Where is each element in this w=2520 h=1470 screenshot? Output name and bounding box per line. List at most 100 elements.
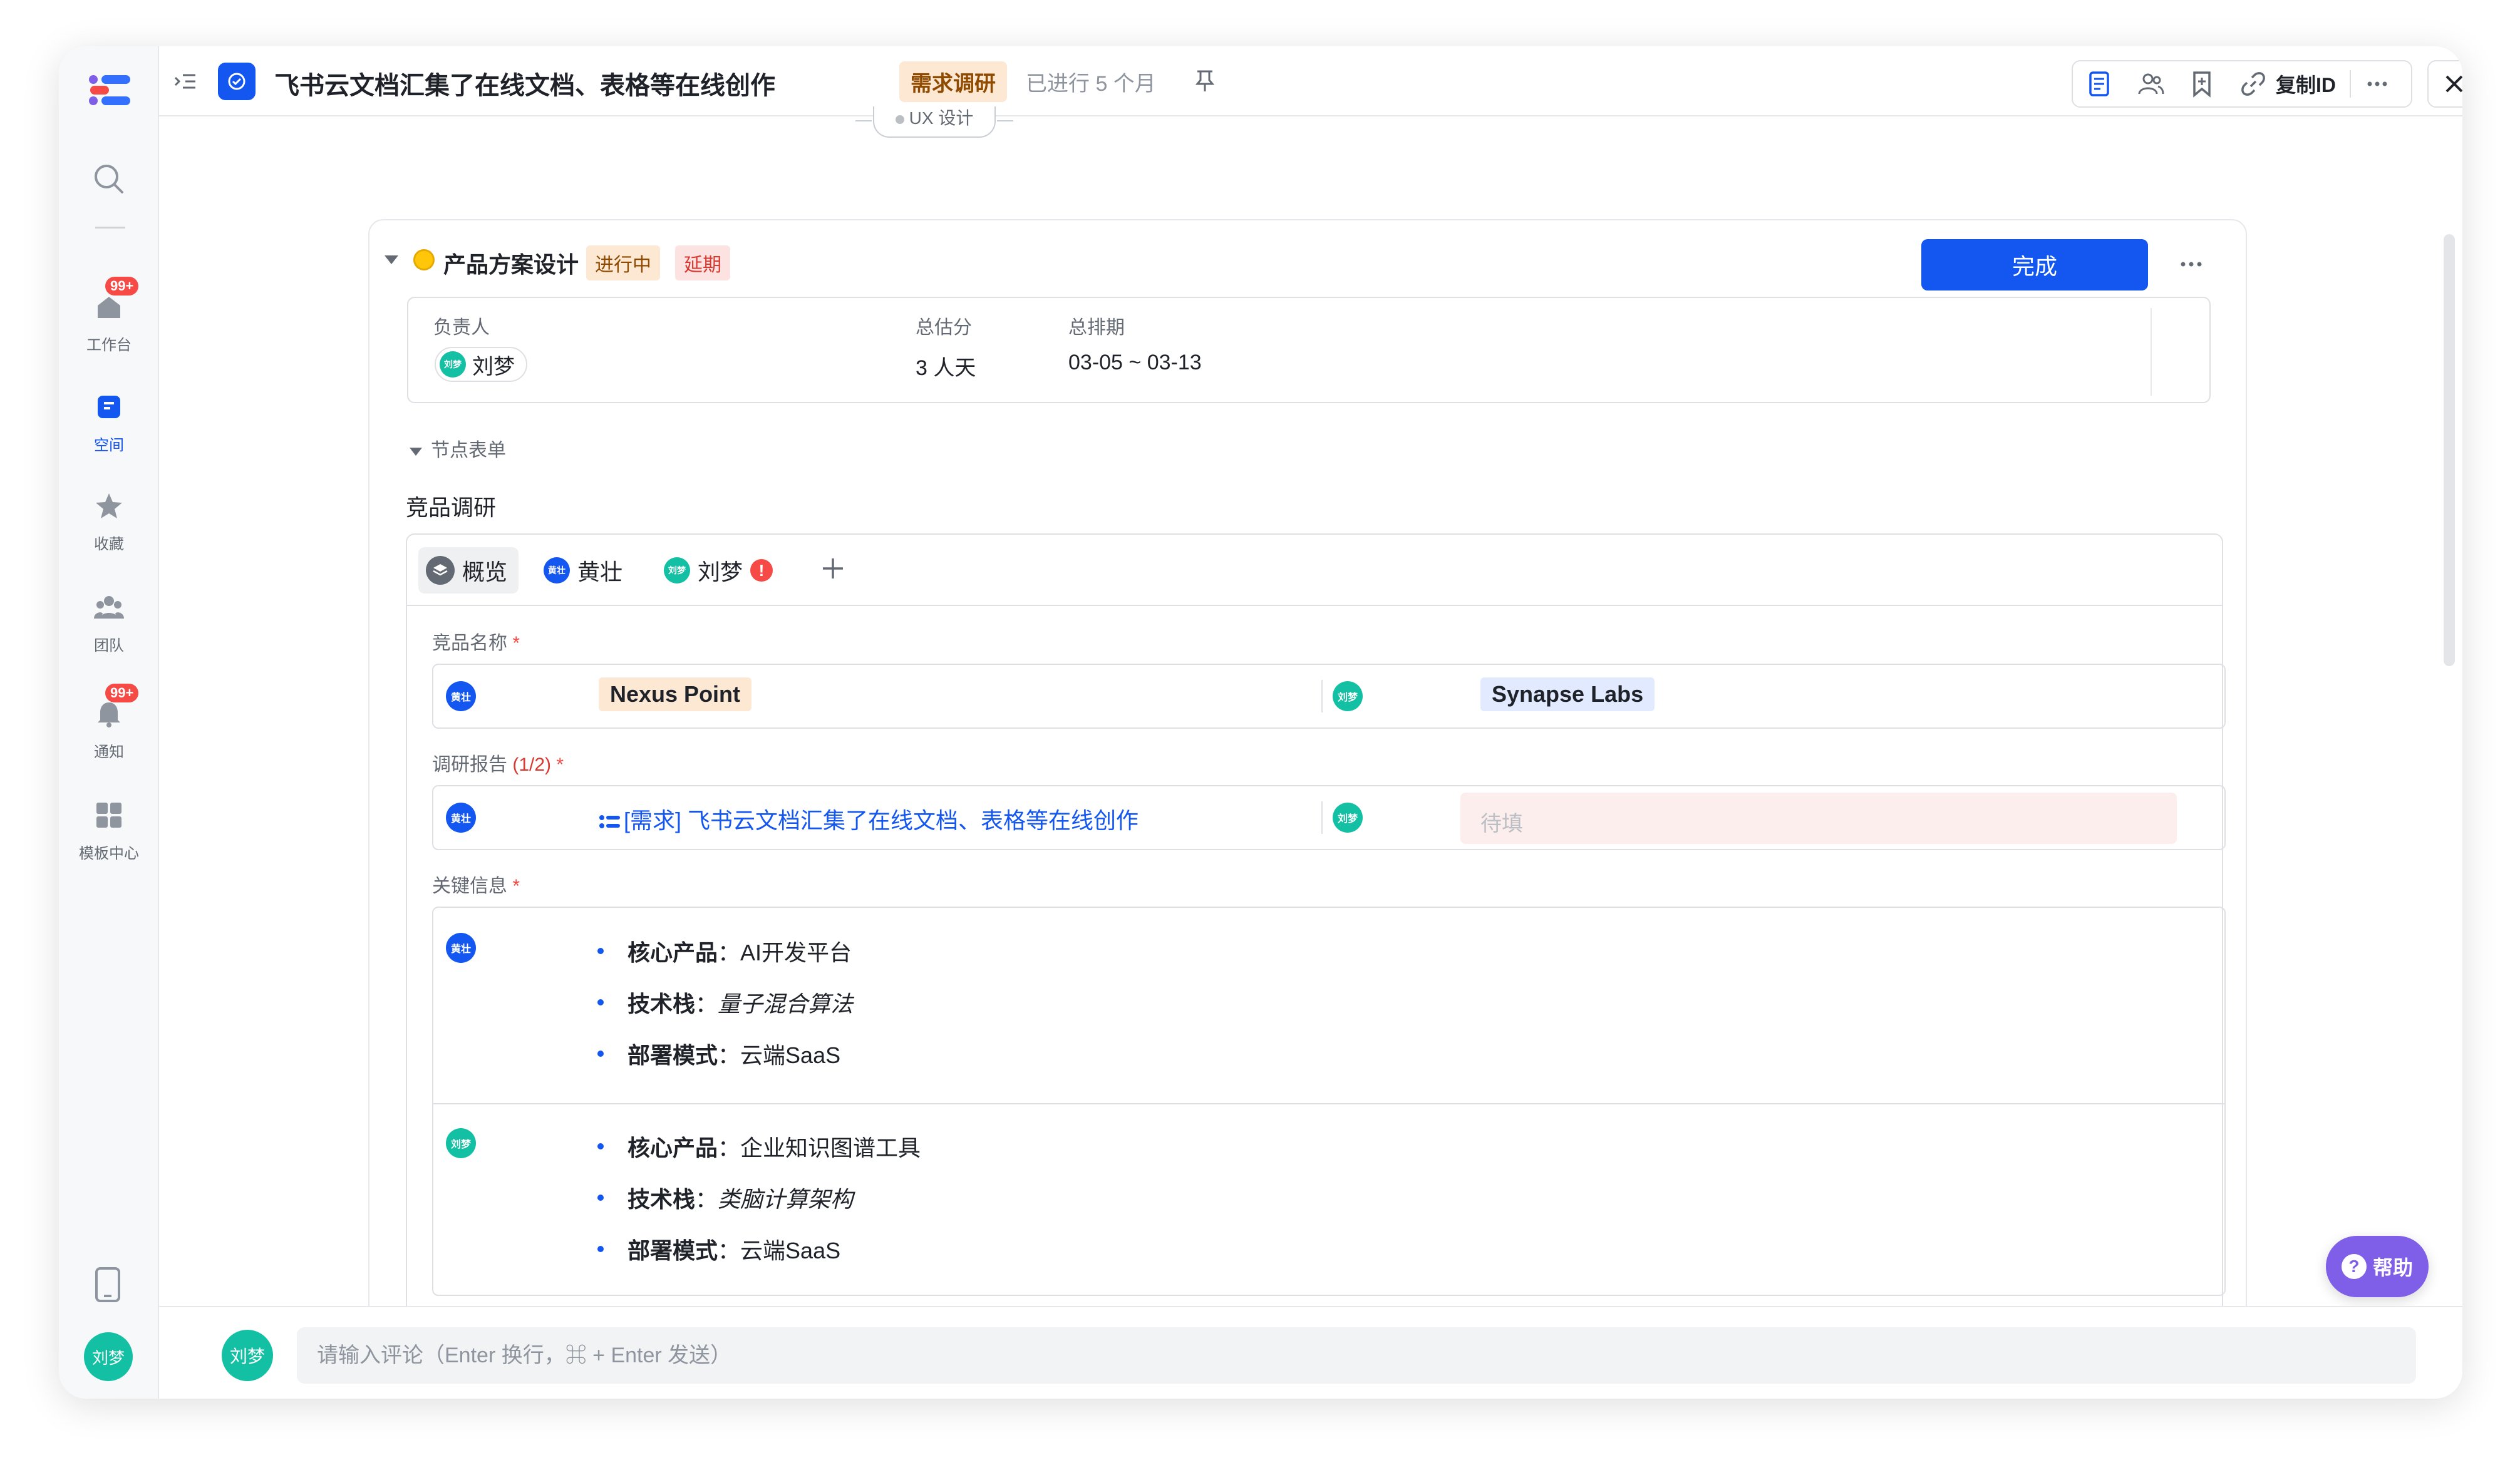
avatar: 黄壮 <box>544 557 570 583</box>
item-value: AI开发平台 <box>740 940 852 965</box>
stage-tag[interactable]: 需求调研 <box>899 61 1007 102</box>
schedule-value[interactable]: 03-05 ~ 03-13 <box>1068 351 1202 375</box>
sidebar-item-team[interactable]: 团队 <box>59 592 159 655</box>
workbench-badge: 99+ <box>105 277 139 296</box>
node-form-label: 节点表单 <box>431 440 506 461</box>
required-mark: * <box>556 754 564 775</box>
phone-icon[interactable] <box>94 1267 121 1302</box>
avatar: 刘梦 <box>1333 803 1363 833</box>
competitor-value[interactable]: Nexus Point <box>599 677 752 711</box>
avatar: 刘梦 <box>222 1330 273 1381</box>
collapse-caret-icon[interactable] <box>385 255 398 264</box>
item-key: 核心产品 <box>627 940 718 965</box>
owner-label: 负责人 <box>433 317 490 338</box>
link-icon[interactable] <box>2239 70 2267 98</box>
item-value: 类脑计算架构 <box>718 1186 854 1212</box>
user-avatar[interactable]: 刘梦 <box>84 1332 133 1381</box>
list-item: 技术栈：量子混合算法 <box>597 977 853 1028</box>
report-row: 黄壮 [需求] 飞书云文档汇集了在线文档、表格等在线创作 刘梦 待填 <box>432 785 2226 850</box>
item-key: 核心产品 <box>627 1135 718 1161</box>
bullet <box>597 1246 604 1252</box>
notify-badge: 99+ <box>105 684 139 702</box>
bullet <box>597 948 604 954</box>
pin-icon[interactable] <box>1192 68 1217 93</box>
stage-info-box: 负责人 刘梦 刘梦 总估分 3 人天 总排期 03-05 ~ 03-13 <box>407 297 2211 403</box>
required-mark: * <box>512 876 520 897</box>
key-info-box: 黄壮 核心产品： AI开发平台 技术栈：量子混合算法 部署模式：云端SaaS 刘梦… <box>432 907 2226 1296</box>
copy-id-button[interactable]: 复制ID <box>2276 69 2336 98</box>
sidebar-item-favorites[interactable]: 收藏 <box>59 491 159 553</box>
bookmark-add-icon[interactable] <box>2188 70 2216 98</box>
avatar: 刘梦 <box>446 1128 476 1158</box>
bullet <box>597 999 604 1005</box>
comment-input[interactable] <box>297 1327 2416 1384</box>
avatar: 黄壮 <box>446 933 476 963</box>
column-divider <box>1321 680 1323 712</box>
owner-chip[interactable]: 刘梦 刘梦 <box>435 347 527 382</box>
tab-huangzhuang[interactable]: 黄壮 黄壮 <box>536 547 634 594</box>
list-item: 技术栈：类脑计算架构 <box>597 1172 921 1223</box>
item-key: 部署模式 <box>627 1238 718 1263</box>
status-badge: 进行中 <box>586 245 660 280</box>
avatar: 刘梦 <box>664 557 690 583</box>
space-icon <box>98 396 120 418</box>
search-icon[interactable] <box>91 162 125 195</box>
item-value: 云端SaaS <box>740 1238 841 1263</box>
prev-node-label: UX 设计 <box>909 108 974 128</box>
report-link[interactable]: [需求] 飞书云文档汇集了在线文档、表格等在线创作 <box>599 803 1139 835</box>
close-icon <box>2445 75 2462 93</box>
stage-more-icon[interactable] <box>2177 252 2206 277</box>
more-icon[interactable] <box>2363 70 2391 98</box>
complete-button[interactable]: 完成 <box>1921 239 2148 290</box>
sidebar-item-templates[interactable]: 模板中心 <box>59 800 159 863</box>
report-count: (1/2) <box>512 754 552 775</box>
stage-name: 产品方案设计 <box>443 252 579 277</box>
prev-flow-node[interactable]: UX 设计 <box>873 106 996 138</box>
competitor-row: 黄壮 Nexus Point 刘梦 Synapse Labs <box>432 664 2226 729</box>
members-icon[interactable] <box>2137 70 2164 98</box>
tab-label: 刘梦 <box>698 559 743 585</box>
bell-icon <box>98 702 120 727</box>
stage-card: 产品方案设计 进行中 延期 完成 负责人 刘梦 刘梦 总估分 3 人天 总排期 … <box>368 219 2247 1399</box>
node-form-toggle[interactable]: 节点表单 <box>410 434 506 462</box>
key-info-field-label: 关键信息 * <box>432 870 520 898</box>
close-button[interactable] <box>2427 60 2462 108</box>
star-icon <box>96 493 122 518</box>
sidebar-item-notify[interactable]: 99+ 通知 <box>59 684 159 761</box>
sidebar-item-workbench[interactable]: 99+ 工作台 <box>59 277 159 354</box>
tab-liumeng[interactable]: 刘梦 刘梦 ! <box>656 547 784 594</box>
toolbar-divider <box>2350 70 2352 98</box>
tab-label: 黄壮 <box>577 559 623 585</box>
item-key: 部署模式 <box>627 1042 718 1068</box>
report-pending-input[interactable]: 待填 <box>1460 793 2177 844</box>
detail-view-icon[interactable] <box>2085 70 2113 98</box>
scrollbar[interactable] <box>2444 234 2455 666</box>
key-info-list[interactable]: 核心产品： AI开发平台 技术栈：量子混合算法 部署模式：云端SaaS <box>597 925 853 1079</box>
elapsed-time: 已进行 5 个月 <box>1026 72 1156 96</box>
form-tabs: 概览 黄壮 黄壮 刘梦 刘梦 ! <box>407 535 2222 606</box>
list-item: 核心产品：企业知识图谱工具 <box>597 1121 921 1172</box>
item-key: 技术栈 <box>627 991 696 1017</box>
key-info-list[interactable]: 核心产品：企业知识图谱工具 技术栈：类脑计算架构 部署模式：云端SaaS <box>597 1121 921 1275</box>
flow-connector <box>997 120 1013 121</box>
list-item: 部署模式：云端SaaS <box>597 1028 853 1079</box>
collapse-sidebar-icon[interactable] <box>173 70 198 95</box>
row-divider <box>433 1103 2224 1104</box>
tab-overview[interactable]: 概览 <box>418 547 519 594</box>
estimate-value[interactable]: 3 人天 <box>916 351 976 381</box>
avatar: 刘梦 <box>440 351 466 378</box>
sidebar-item-space[interactable]: 空间 <box>59 392 159 455</box>
help-button[interactable]: ? 帮助 <box>2326 1236 2429 1297</box>
stage-status-dot <box>413 249 435 270</box>
header-bar: 飞书云文档汇集了在线文档、表格等在线创作 需求调研 已进行 5 个月 复制ID <box>159 46 2462 116</box>
field-label-text: 关键信息 <box>432 876 507 897</box>
report-link-text: [需求] 飞书云文档汇集了在线文档、表格等在线创作 <box>624 808 1139 833</box>
team-icon <box>94 596 124 619</box>
avatar: 黄壮 <box>446 803 476 833</box>
competitor-value[interactable]: Synapse Labs <box>1480 677 1655 711</box>
column-divider <box>1321 801 1323 834</box>
delay-badge: 延期 <box>675 245 730 280</box>
requirement-type-icon <box>218 63 256 100</box>
app-logo-icon[interactable] <box>89 74 132 106</box>
add-tab-icon[interactable] <box>820 556 845 581</box>
